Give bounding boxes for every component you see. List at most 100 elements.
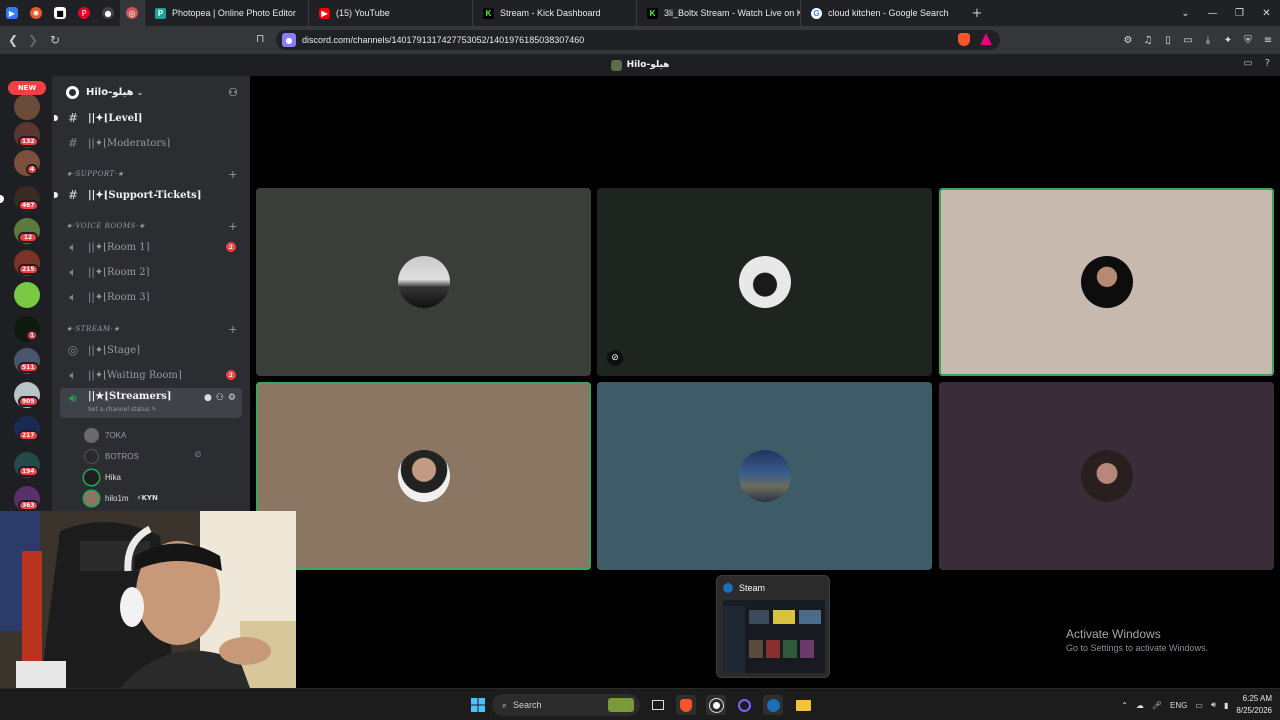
bookmark-icon[interactable]: ⊓ <box>256 32 265 45</box>
back-icon[interactable]: ❮ <box>3 26 23 54</box>
category-voice-rooms[interactable]: ★·VOICE ROOMS·★ + <box>66 219 242 233</box>
server-icon[interactable]: 194 <box>14 452 40 478</box>
server-icon[interactable]: 511 <box>14 348 40 374</box>
app-taskbar-icon[interactable] <box>734 695 754 715</box>
cloud-icon[interactable]: ☁ <box>1136 701 1144 710</box>
category-support[interactable]: ★·SUPPORT·★ + <box>66 167 242 181</box>
invite-people-icon[interactable]: ⚇ <box>228 86 238 99</box>
system-tray: ⌃ ☁ 🎤︎ ENG ▭ 🔊︎ ▮ 6:25 AM 8/25/2026 <box>1121 689 1272 720</box>
channel-room-3[interactable]: 🔈︎ ||✦⌊Room 3⌉ <box>60 286 242 308</box>
minimize-icon[interactable]: — <box>1199 8 1226 19</box>
mic-icon[interactable]: 🎤︎ <box>1152 701 1162 710</box>
voice-user[interactable]: Hika <box>84 467 121 487</box>
pinned-tab-3[interactable]: ■ <box>48 0 72 26</box>
network-icon[interactable]: ▭ <box>1195 701 1203 710</box>
windows-start-icon[interactable] <box>468 695 488 715</box>
extensions-icon[interactable]: ⚙ <box>1120 35 1136 46</box>
sidebar-icon[interactable]: ▯ <box>1160 35 1176 46</box>
server-icon[interactable]: 217 <box>14 416 40 442</box>
title-bar-actions: ▭ ? <box>1243 58 1270 69</box>
pinned-tab-5[interactable]: ● <box>96 0 120 26</box>
create-channel-icon[interactable]: + <box>228 220 238 233</box>
brave-rewards-icon[interactable] <box>980 33 992 45</box>
channel-support-tickets[interactable]: # ||✦⌊Support-Tickets⌉ <box>54 184 242 206</box>
chat-icon[interactable]: ● <box>204 393 212 403</box>
mic-permission-icon[interactable]: ● <box>282 33 296 47</box>
tab-photopea[interactable]: P Photopea | Online Photo Editor <box>144 0 308 26</box>
obs-taskbar-icon[interactable] <box>706 695 726 715</box>
pinned-tab-4[interactable]: P <box>72 0 96 26</box>
channel-room-2[interactable]: 🔈︎ ||✦⌊Room 2⌉ <box>60 261 242 283</box>
server-icon[interactable]: 132 <box>14 122 40 148</box>
channel-status[interactable]: Set a channel status ✎ <box>88 406 156 413</box>
channel-level[interactable]: # ||✦⌊Level⌉ <box>54 107 242 129</box>
category-stream[interactable]: ★·STREAM·★ + <box>66 322 242 336</box>
server-header[interactable]: Hilo-هيلو ⌄ ⚇ <box>52 76 250 108</box>
wallet-icon[interactable]: ▭ <box>1180 35 1196 46</box>
pinned-tab-2[interactable]: ✹ <box>24 0 48 26</box>
clock[interactable]: 6:25 AM 8/25/2026 <box>1236 693 1272 717</box>
server-icon[interactable] <box>14 282 40 308</box>
steam-preview-thumbnail[interactable] <box>723 600 825 673</box>
server-icon[interactable]: 363 <box>14 486 40 512</box>
category-label: ★·VOICE ROOMS·★ <box>66 222 146 230</box>
participant-tile[interactable] <box>256 382 591 570</box>
tab-search-icon[interactable]: ⌄ <box>1172 8 1199 19</box>
channel-streamers[interactable]: 🔊︎ ||★⌊Streamers⌉ Set a channel status ✎… <box>60 388 242 418</box>
volume-icon[interactable]: 🔊︎ <box>1211 700 1216 710</box>
participant-tile[interactable] <box>939 382 1274 570</box>
new-tab-button[interactable]: + <box>964 0 990 26</box>
inbox-icon[interactable]: ▭ <box>1243 58 1252 69</box>
taskbar-search[interactable]: ⌕ Search <box>492 694 640 716</box>
channel-room-1[interactable]: 🔈︎ ||✦⌊Room 1⌉ 2 <box>60 236 242 258</box>
brave-taskbar-icon[interactable] <box>676 695 696 715</box>
battery-icon[interactable]: ▮ <box>1224 701 1228 710</box>
tab-kick-stream[interactable]: K 3li_Boltx Stream - Watch Live on Kick <box>636 0 800 26</box>
restore-icon[interactable]: ❐ <box>1226 8 1253 19</box>
invite-icon[interactable]: ⚇ <box>216 393 224 403</box>
music-icon[interactable]: ♫ <box>1140 35 1156 46</box>
channel-waiting-room[interactable]: 🔈︎ ||✦⌊Waiting Room⌉ 2 <box>60 364 242 386</box>
app-icon: ▶ <box>6 7 18 19</box>
participant-tile[interactable] <box>256 188 591 376</box>
tab-google[interactable]: G cloud kitchen - Google Search <box>800 0 964 26</box>
voice-user[interactable]: 7OKA <box>84 425 126 445</box>
steam-taskbar-icon[interactable] <box>763 695 783 715</box>
language-indicator[interactable]: ENG <box>1170 701 1187 710</box>
create-channel-icon[interactable]: + <box>228 323 238 336</box>
address-bar[interactable]: ● discord.com/channels/14017913174277530… <box>276 30 1000 50</box>
server-icon[interactable] <box>14 94 40 120</box>
channel-stage[interactable]: ◎ ||✦⌊Stage⌉ <box>60 339 242 361</box>
server-icon[interactable]: 909 <box>14 382 40 408</box>
participant-tile[interactable] <box>939 188 1274 376</box>
leo-icon[interactable]: ✦ <box>1220 35 1236 46</box>
chevron-up-icon[interactable]: ⌃ <box>1121 701 1128 710</box>
server-icon[interactable]: 467 <box>0 186 40 212</box>
forward-icon[interactable]: ❯ <box>23 26 43 54</box>
participant-tile[interactable]: ⊘ <box>597 188 932 376</box>
server-icon[interactable]: 1 <box>14 316 40 342</box>
task-view-icon[interactable] <box>648 695 668 715</box>
pinned-tab-1[interactable]: ▶ <box>0 0 24 26</box>
server-icon[interactable]: 12 <box>14 218 40 244</box>
reload-icon[interactable]: ↻ <box>45 26 65 54</box>
voice-user[interactable]: BOTROS ⊘ <box>84 446 202 466</box>
download-icon[interactable]: ⤓ <box>1200 35 1216 46</box>
create-channel-icon[interactable]: + <box>228 168 238 181</box>
pinned-tab-6[interactable]: ◎ <box>120 0 144 26</box>
file-explorer-icon[interactable] <box>793 695 813 715</box>
gear-icon[interactable]: ⚙ <box>228 393 236 403</box>
vpn-icon[interactable]: ⛨ <box>1240 35 1256 46</box>
tab-youtube[interactable]: ▶ (15) YouTube <box>308 0 472 26</box>
server-icon[interactable]: 215 <box>14 250 40 276</box>
tab-kick-dashboard[interactable]: K Stream - Kick Dashboard <box>472 0 636 26</box>
brave-shields-icon[interactable] <box>958 33 970 46</box>
channel-moderators[interactable]: # ||✦⌊Moderators⌉ <box>60 132 242 154</box>
close-icon[interactable]: ✕ <box>1253 8 1280 19</box>
menu-icon[interactable]: ≡ <box>1260 35 1276 46</box>
voice-user[interactable]: hilo1m ⚡KYN <box>84 488 158 508</box>
help-icon[interactable]: ? <box>1265 58 1270 69</box>
server-icon[interactable]: 4 <box>14 150 40 176</box>
participant-tile[interactable] <box>597 382 932 570</box>
steam-preview-popup[interactable]: Steam <box>716 575 830 678</box>
